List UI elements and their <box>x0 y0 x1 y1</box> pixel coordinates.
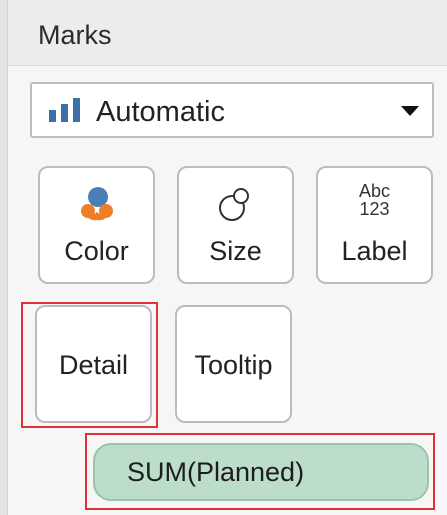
label-icon-text-top: Abc <box>358 181 391 201</box>
label-icon-text-bottom: 123 <box>359 199 390 219</box>
tooltip-button[interactable]: Tooltip <box>175 305 292 423</box>
chevron-down-icon[interactable] <box>401 106 419 116</box>
label-button[interactable]: Abc 123 Label <box>316 166 433 284</box>
panel-left-edge <box>0 0 8 515</box>
color-button-label: Color <box>64 236 129 266</box>
size-button[interactable]: Size <box>177 166 294 284</box>
mark-type-value: Automatic <box>96 96 225 128</box>
pill-highlight-box <box>85 433 435 510</box>
color-icon <box>80 187 113 221</box>
bar-chart-icon <box>49 98 80 122</box>
marks-card-header: Marks <box>8 0 447 66</box>
label-abc-icon: Abc 123 <box>318 182 431 218</box>
tooltip-button-label: Tooltip <box>194 350 273 380</box>
size-icon <box>218 188 249 221</box>
color-button[interactable]: Color <box>38 166 155 284</box>
mark-type-dropdown[interactable]: Automatic <box>30 82 434 138</box>
label-button-label: Label <box>341 236 408 266</box>
detail-highlight-box <box>21 302 158 428</box>
size-button-label: Size <box>209 236 262 266</box>
marks-card: Marks Automatic Color Size Abc 123 Label… <box>0 0 447 515</box>
marks-card-title: Marks <box>38 20 112 50</box>
